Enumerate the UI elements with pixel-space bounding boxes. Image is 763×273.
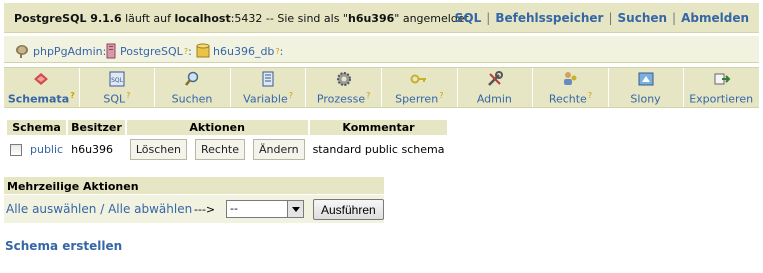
top-bar: PostgreSQL 9.1.6 läuft auf localhost:543… xyxy=(4,3,759,33)
chevron-down-icon[interactable] xyxy=(287,201,303,217)
help-icon[interactable]: ? xyxy=(366,91,370,100)
tab-processes[interactable]: Prozesse? xyxy=(306,68,382,107)
tab-slony[interactable]: Slony xyxy=(608,68,685,107)
delete-button[interactable]: Löschen xyxy=(129,139,187,160)
admin-tools-icon xyxy=(487,71,503,86)
tab-sql[interactable]: SQL SQL? xyxy=(79,68,156,107)
schemata-icon xyxy=(34,73,49,85)
column-header-schema: Schema xyxy=(7,120,67,135)
tab-locks[interactable]: Sperren? xyxy=(381,68,458,107)
privileges-button[interactable]: Rechte xyxy=(194,139,246,160)
breadcrumb: phpPgAdmin: PostgreSQL?: h6u396_db?: xyxy=(4,36,759,63)
tab-schemata[interactable]: Schemata? xyxy=(4,68,80,107)
column-header-actions: Aktionen xyxy=(126,120,308,135)
variable-icon xyxy=(262,71,274,87)
row-checkbox[interactable] xyxy=(10,144,22,156)
history-link[interactable]: Befehlsspeicher xyxy=(495,11,603,25)
schema-table: Schema Besitzer Aktionen Kommentar publi… xyxy=(5,118,449,164)
logout-link[interactable]: Abmelden xyxy=(681,11,749,25)
search-icon xyxy=(185,71,199,86)
users-icon xyxy=(564,72,577,85)
alter-button[interactable]: Ändern xyxy=(253,139,305,160)
multi-actions-header: Mehrzeilige Aktionen xyxy=(4,177,384,194)
breadcrumb-label-postgresql[interactable]: PostgreSQL xyxy=(120,45,183,58)
column-header-comment: Kommentar xyxy=(309,120,448,135)
tab-variable[interactable]: Variable? xyxy=(230,68,307,107)
table-header-row: Schema Besitzer Aktionen Kommentar xyxy=(7,120,448,135)
tab-admin[interactable]: Admin xyxy=(457,68,534,107)
slony-icon xyxy=(638,72,654,86)
help-icon[interactable]: ? xyxy=(126,91,130,100)
server-user: h6u396 xyxy=(347,12,395,25)
phppgadmin-elephant-icon xyxy=(16,45,28,58)
multi-actions-row: Alle auswählen / Alle abwählen ---> -- A… xyxy=(4,195,384,223)
server-info: PostgreSQL 9.1.6 läuft auf localhost:543… xyxy=(14,12,469,25)
select-all-link[interactable]: Alle auswählen xyxy=(6,202,96,216)
tab-bar: Schemata? SQL SQL? Suchen Variable? Proz… xyxy=(4,67,759,108)
breadcrumb-item-database[interactable]: h6u396_db?: xyxy=(196,43,283,59)
help-icon[interactable]: ? xyxy=(439,91,443,100)
top-links: SQL | Befehlsspeicher | Suchen | Abmelden xyxy=(454,11,749,25)
key-icon xyxy=(410,74,427,84)
sql-icon: SQL xyxy=(109,71,125,87)
svg-text:SQL: SQL xyxy=(111,77,124,84)
action-select-value: -- xyxy=(230,202,238,215)
tab-export[interactable]: Exportieren xyxy=(684,68,759,107)
help-icon[interactable]: ? xyxy=(70,91,75,100)
process-gear-icon xyxy=(336,72,351,86)
execute-button[interactable]: Ausführen xyxy=(313,199,384,220)
breadcrumb-item-phppgadmin[interactable]: phpPgAdmin: xyxy=(14,43,106,59)
breadcrumb-item-postgresql[interactable]: PostgreSQL?: xyxy=(105,43,192,59)
help-icon[interactable]: ? xyxy=(289,91,293,100)
column-header-owner: Besitzer xyxy=(68,120,125,135)
database-icon xyxy=(196,43,210,58)
breadcrumb-label-phppgadmin[interactable]: phpPgAdmin xyxy=(33,45,103,58)
find-link[interactable]: Suchen xyxy=(618,11,668,25)
server-icon xyxy=(106,43,116,59)
server-version: PostgreSQL 9.1.6 xyxy=(14,12,122,25)
sql-link[interactable]: SQL xyxy=(455,11,482,25)
tab-privileges[interactable]: Rechte? xyxy=(533,68,609,107)
create-schema-link[interactable]: Schema erstellen xyxy=(5,239,122,253)
comment-cell: standard public schema xyxy=(309,137,448,162)
export-icon xyxy=(714,73,731,85)
arrow-label: ---> xyxy=(194,203,216,216)
owner-cell: h6u396 xyxy=(68,137,125,162)
server-host: localhost xyxy=(174,12,231,25)
action-select[interactable]: -- xyxy=(226,200,304,218)
schema-link-public[interactable]: public xyxy=(30,143,63,156)
tab-search[interactable]: Suchen xyxy=(155,68,231,107)
table-row: public h6u396 Löschen Rechte Ändern stan… xyxy=(7,137,448,162)
deselect-all-link[interactable]: Alle abwählen xyxy=(108,202,192,216)
breadcrumb-label-database[interactable]: h6u396_db xyxy=(213,45,274,58)
help-icon[interactable]: ? xyxy=(588,91,592,100)
